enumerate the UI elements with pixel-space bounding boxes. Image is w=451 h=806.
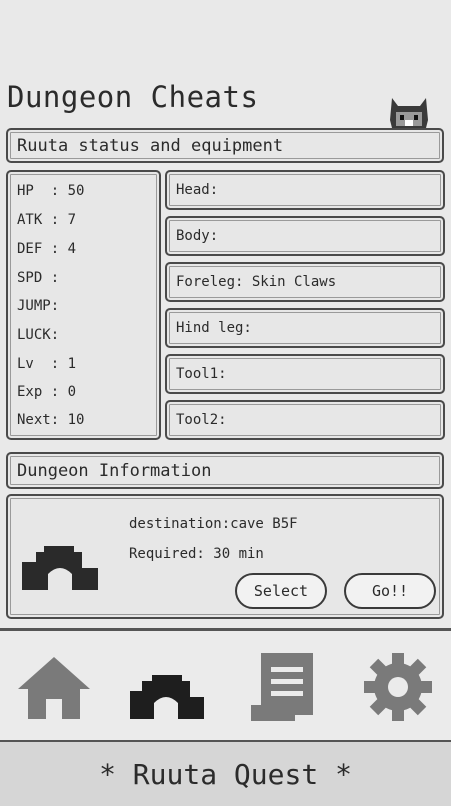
status-section-header: Ruuta status and equipment <box>6 128 444 163</box>
stats-panel: HP : 50 ATK : 7 DEF : 4 SPD : JUMP: LUCK… <box>6 170 161 440</box>
stat-exp: Exp : 0 <box>17 384 77 400</box>
equip-slot-label: Body: <box>176 228 219 244</box>
equip-slot-label: Tool1: <box>176 366 227 382</box>
stat-atk: ATK : 7 <box>17 212 77 228</box>
equip-slot-foreleg[interactable]: Foreleg: Skin Claws <box>165 262 445 302</box>
equip-slot-label: Head: <box>176 182 219 198</box>
home-icon[interactable] <box>14 647 94 727</box>
equip-slot-hind-leg[interactable]: Hind leg: <box>165 308 445 348</box>
stat-luck: LUCK: <box>17 327 60 343</box>
stat-lv: Lv : 1 <box>17 356 77 372</box>
equip-slot-label: Tool2: <box>176 412 227 428</box>
equip-slot-tool1[interactable]: Tool1: <box>165 354 445 394</box>
bottom-tab-bar <box>0 628 451 740</box>
dungeon-section-label: Dungeon Information <box>17 461 212 481</box>
select-button[interactable]: Select <box>235 573 327 609</box>
equip-slot-head[interactable]: Head: <box>165 170 445 210</box>
gear-icon[interactable] <box>358 647 438 727</box>
stat-def: DEF : 4 <box>17 241 77 257</box>
equip-slot-body[interactable]: Body: <box>165 216 445 256</box>
equip-slot-tool2[interactable]: Tool2: <box>165 400 445 440</box>
status-section-label: Ruuta status and equipment <box>17 136 284 156</box>
dungeon-icon[interactable] <box>126 647 206 727</box>
destination-text: destination:cave B5F <box>129 516 298 532</box>
page-title: Dungeon Cheats <box>7 80 259 114</box>
cave-icon <box>22 546 98 590</box>
stat-hp: HP : 50 <box>17 183 85 199</box>
stat-jump: JUMP: <box>17 298 60 314</box>
equip-slot-label: Foreleg: Skin Claws <box>176 274 337 290</box>
dungeon-info-panel: destination:cave B5F Required: 30 min Se… <box>6 494 444 619</box>
required-time-text: Required: 30 min <box>129 546 264 562</box>
scroll-icon[interactable] <box>243 647 323 727</box>
stat-spd: SPD : <box>17 270 60 286</box>
footer-banner: * Ruuta Quest * <box>0 740 451 806</box>
dungeon-section-header: Dungeon Information <box>6 452 444 489</box>
stat-next: Next: 10 <box>17 412 85 428</box>
go-button[interactable]: Go!! <box>344 573 436 609</box>
equip-slot-label: Hind leg: <box>176 320 252 336</box>
